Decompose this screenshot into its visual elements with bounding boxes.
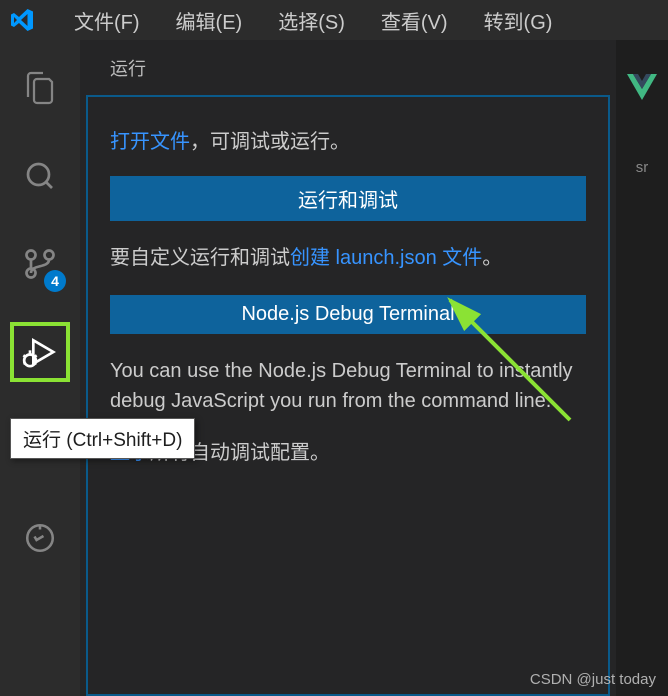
run-tab-tooltip: 运行 (Ctrl+Shift+D) <box>10 418 195 459</box>
run-sidebar: 运行 打开文件，可调试或运行。 运行和调试 要自定义运行和调试创建 launch… <box>80 40 616 696</box>
menubar: 文件(F) 编辑(E) 选择(S) 查看(V) 转到(G) <box>0 0 668 40</box>
open-file-line: 打开文件，可调试或运行。 <box>110 125 586 154</box>
node-debug-description: You can use the Node.js Debug Terminal t… <box>110 356 586 416</box>
vscode-logo-icon <box>8 6 36 34</box>
run-and-debug-button[interactable]: 运行和调试 <box>110 176 586 221</box>
customize-suffix: 。 <box>482 247 502 269</box>
activity-bar: 4 <box>0 40 80 696</box>
menu-view[interactable]: 查看(V) <box>363 2 466 39</box>
open-file-link[interactable]: 打开文件 <box>110 131 190 153</box>
sidebar-title: 运行 <box>80 40 616 95</box>
src-text: sr <box>636 159 649 176</box>
explorer-tab[interactable] <box>10 58 70 118</box>
menu-go[interactable]: 转到(G) <box>466 2 571 39</box>
run-debug-tab[interactable] <box>10 322 70 382</box>
customize-line: 要自定义运行和调试创建 launch.json 文件。 <box>110 243 586 273</box>
node-debug-terminal-button[interactable]: Node.js Debug Terminal <box>110 295 586 334</box>
source-control-tab[interactable]: 4 <box>10 234 70 294</box>
menu-select[interactable]: 选择(S) <box>260 2 363 39</box>
vue-logo-icon <box>627 74 657 107</box>
open-file-suffix: ，可调试或运行。 <box>190 131 350 153</box>
menu-file[interactable]: 文件(F) <box>56 2 158 39</box>
watermark: CSDN @just today <box>530 671 656 688</box>
editor-strip: sr <box>616 40 668 696</box>
search-tab[interactable] <box>10 146 70 206</box>
customize-prefix: 要自定义运行和调试 <box>110 247 290 269</box>
create-launch-json-link[interactable]: 创建 launch.json 文件 <box>290 247 482 269</box>
scm-badge: 4 <box>44 270 66 292</box>
run-panel: 打开文件，可调试或运行。 运行和调试 要自定义运行和调试创建 launch.js… <box>86 95 610 696</box>
menu-edit[interactable]: 编辑(E) <box>158 2 261 39</box>
extra-tab[interactable] <box>10 508 70 568</box>
